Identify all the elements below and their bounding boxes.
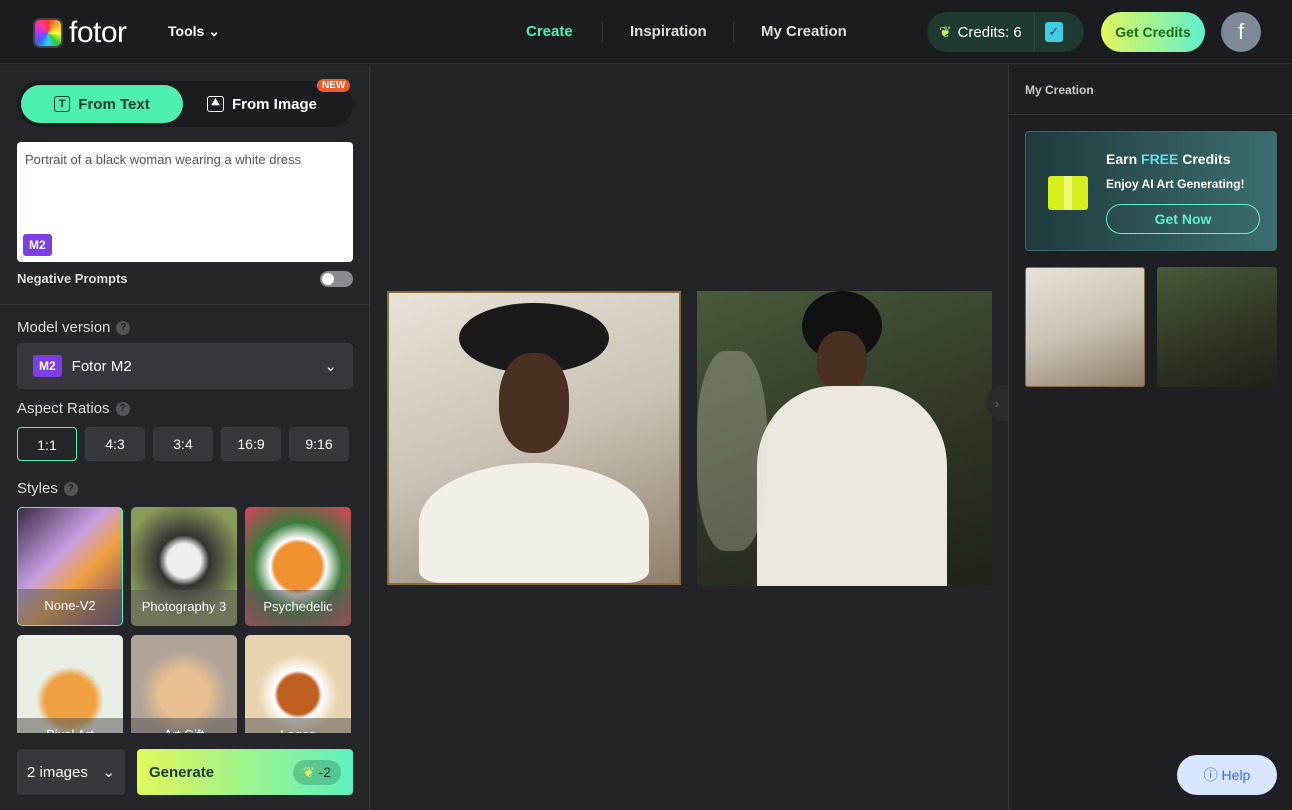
negative-prompts-toggle[interactable] [320,271,353,287]
leaf-icon: ❦ [302,763,315,780]
generated-image-1[interactable] [387,291,681,585]
aspect-1-1[interactable]: 1:1 [17,427,77,461]
get-now-button[interactable]: Get Now [1106,204,1260,234]
chevron-down-icon: ⌄ [102,764,115,781]
negative-prompts-label: Negative Prompts [17,271,128,286]
earn-credits-banner[interactable]: Earn FREE Credits Enjoy AI Art Generatin… [1025,131,1277,251]
model-select[interactable]: M2 Fotor M2 ⌄ [17,343,353,389]
right-panel: My Creation Earn FREE Credits Enjoy AI A… [1008,65,1292,810]
creation-thumbnail-1[interactable] [1025,267,1145,387]
gift-icon [1048,176,1088,210]
nav-inspiration[interactable]: Inspiration [630,23,707,40]
tab-from-image[interactable]: ⛰ From Image [207,85,317,123]
model-badge: M2 [23,234,52,256]
new-badge: NEW [317,79,351,92]
credits-count: Credits: 6 [957,23,1022,41]
prompt-input[interactable]: Portrait of a black woman wearing a whit… [17,142,353,262]
model-version-label: Model version? [17,319,131,336]
nav-create[interactable]: Create [526,23,573,40]
nav-my-creation[interactable]: My Creation [761,23,847,40]
divider [1033,12,1035,52]
image-icon: ⛰ [207,96,224,112]
tools-menu[interactable]: Tools ⌄ [168,23,220,40]
creation-thumbnail-2[interactable] [1157,267,1277,387]
aspect-4-3[interactable]: 4:3 [85,427,145,461]
divider [602,22,603,42]
generate-button[interactable]: Generate ❦ -2 [137,749,353,795]
fotor-logo[interactable]: fotor [33,16,127,50]
help-icon[interactable]: ? [63,482,78,497]
aspect-16-9[interactable]: 16:9 [221,427,281,461]
style-photography-3[interactable]: Photography 3 [131,507,237,626]
style-psychedelic[interactable]: Psychedelic [245,507,351,626]
model-badge: M2 [33,355,62,377]
aspect-9-16[interactable]: 9:16 [289,427,349,461]
chevron-down-icon: ⌄ [324,358,337,375]
divider [0,304,369,305]
get-credits-button[interactable]: Get Credits [1101,12,1205,52]
earn-subtitle: Enjoy AI Art Generating! [1106,177,1245,191]
chevron-down-icon: ⌄ [208,23,220,39]
cost-badge: ❦ -2 [292,759,341,785]
text-icon: T [54,96,71,112]
avatar[interactable]: f [1221,12,1261,52]
help-icon[interactable]: ? [116,321,131,336]
logo-icon [33,18,63,48]
generated-image-2[interactable] [697,291,992,586]
question-icon: ⓘ [1203,767,1218,783]
leaf-icon: ❦ [939,24,952,41]
divider [1009,114,1292,115]
help-button[interactable]: ⓘ Help [1177,755,1277,795]
canvas-area: › [370,65,1008,810]
credits-pill[interactable]: ❦ Credits: 6 ✓ [927,12,1084,52]
my-creation-title: My Creation [1025,83,1094,97]
aspect-3-4[interactable]: 3:4 [153,427,213,461]
styles-label: Styles? [17,480,78,497]
aspect-ratios-label: Aspect Ratios? [17,400,130,417]
left-panel: T From Text ⛰ From Image NEW Portrait of a… [0,65,370,810]
earn-title: Earn FREE Credits [1106,151,1231,167]
mode-switch: T From Text ⛰ From Image NEW [17,79,353,127]
style-none-v2[interactable]: None-V2 [17,507,123,626]
help-icon[interactable]: ? [115,402,130,417]
image-count-select[interactable]: 2 images ⌄ [17,749,125,795]
tab-from-text[interactable]: T From Text [21,85,183,123]
task-clipboard-icon[interactable]: ✓ [1044,22,1063,42]
generate-bar: 2 images ⌄ Generate ❦ -2 [0,733,369,810]
divider [733,22,734,42]
top-bar: fotor Tools ⌄ Create Inspiration My Crea… [0,0,1292,64]
